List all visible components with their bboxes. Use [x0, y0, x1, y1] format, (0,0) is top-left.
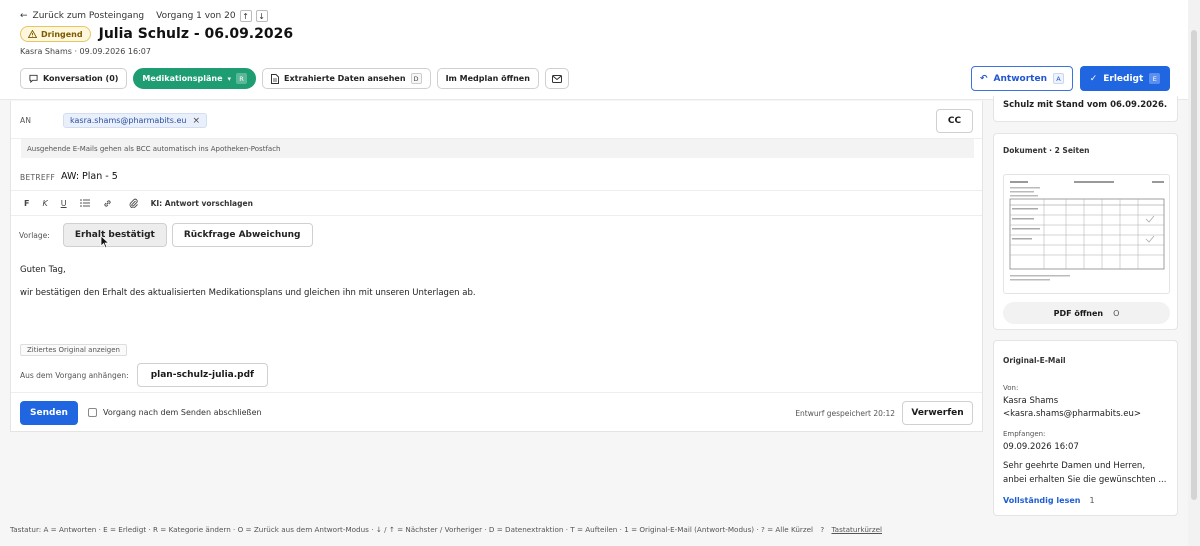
ai-suggest-button[interactable]: KI: Antwort vorschlagen	[151, 199, 253, 208]
send-row: Senden Vorgang nach dem Senden abschließ…	[11, 392, 982, 432]
case-meta: Kasra Shams · 09.09.2026 16:07	[20, 47, 151, 56]
discard-button[interactable]: Verwerfen	[902, 401, 973, 425]
show-quoted-button[interactable]: Zitiertes Original anzeigen	[20, 344, 127, 356]
summary-text: Schulz mit Stand vom 06.09.2026.	[1003, 100, 1168, 110]
chat-icon	[29, 74, 38, 83]
shortcut-key: A	[1052, 73, 1064, 84]
document-icon	[271, 73, 280, 84]
document-thumbnail[interactable]	[1003, 174, 1170, 294]
open-pdf-button[interactable]: PDF öffnen O	[1003, 302, 1170, 324]
shortcut-key: D	[410, 73, 422, 84]
bcc-note: Ausgehende E-Mails gehen als BCC automat…	[21, 139, 974, 158]
body-greeting: Guten Tag,	[20, 265, 66, 275]
subject-row: BETREFF AW: Plan - 5	[11, 165, 982, 191]
recipient-chip: kasra.shams@pharmabits.eu ×	[63, 113, 207, 128]
to-label: AN	[20, 116, 32, 125]
subject-label: BETREFF	[20, 173, 56, 182]
case-counter: Vorgang 1 von 20	[156, 11, 236, 21]
prev-case-button[interactable]: ↑	[239, 10, 252, 22]
link-icon[interactable]	[103, 199, 112, 208]
conversation-button[interactable]: Konversation (0)	[20, 68, 128, 89]
template-row: Vorlage: Erhalt bestätigt Rückfrage Abwe…	[19, 223, 313, 247]
extracted-data-button[interactable]: Extrahierte Daten ansehen D	[262, 68, 431, 89]
underline-button[interactable]: U	[61, 199, 67, 208]
mail-icon	[551, 74, 562, 83]
scrollbar[interactable]	[1188, 0, 1200, 546]
received-label: Empfangen:	[1003, 430, 1046, 438]
chevron-down-icon: ▾	[227, 74, 232, 83]
received-date: 09.09.2026 16:07	[1003, 442, 1079, 452]
read-full-link[interactable]: Vollständig lesen 1	[1003, 496, 1095, 505]
title-row: Dringend Julia Schulz - 06.09.2026	[20, 25, 293, 43]
shortcut-key: 1	[1089, 496, 1095, 505]
recipient-row: AN kasra.shams@pharmabits.eu × CC	[11, 101, 982, 139]
summary-card: Schulz mit Stand vom 06.09.2026.	[993, 96, 1178, 122]
remove-recipient-icon[interactable]: ×	[192, 116, 200, 126]
template-query-button[interactable]: Rückfrage Abweichung	[171, 223, 313, 247]
shortcut-list: Tastatur: A = Antworten · E = Erledigt ·…	[10, 525, 814, 534]
format-toolbar: F K U KI: Antwort vorschlagen	[11, 191, 982, 216]
medplans-category-button[interactable]: Medikationspläne ▾ R	[133, 68, 257, 89]
attach-label: Aus dem Vorgang anhängen:	[20, 370, 129, 380]
close-after-send-checkbox[interactable]: Vorgang nach dem Senden abschließen	[88, 408, 262, 417]
shortcut-key: R	[236, 73, 248, 84]
email-preview-line-2: anbei erhalten Sie die gewünschten ...	[1003, 475, 1167, 485]
body-paragraph: wir bestätigen den Erhalt des aktualisie…	[20, 287, 476, 298]
list-icon[interactable]	[79, 199, 90, 207]
template-receipt-button[interactable]: Erhalt bestätigt	[62, 223, 167, 247]
attachment-chip[interactable]: plan-schulz-julia.pdf	[136, 363, 268, 387]
action-toolbar: Konversation (0) Medikationspläne ▾ R Ex…	[20, 68, 569, 89]
shortcut-key: E	[1149, 73, 1161, 84]
check-icon: ✓	[1089, 73, 1098, 84]
page-title: Julia Schulz - 06.09.2026	[98, 26, 294, 42]
email-button[interactable]	[544, 68, 569, 89]
reply-button[interactable]: ↶ Antworten A	[971, 66, 1073, 91]
original-email-header: Original-E-Mail	[1003, 356, 1066, 365]
shortcut-key: O	[1113, 308, 1120, 318]
draft-status: Entwurf gespeichert 20:12	[795, 409, 895, 418]
from-name: Kasra Shams	[1003, 396, 1059, 406]
bold-button[interactable]: F	[24, 199, 29, 208]
send-button[interactable]: Senden	[20, 401, 78, 425]
from-email: <kasra.shams@pharmabits.eu>	[1003, 409, 1141, 419]
urgent-badge: Dringend	[20, 26, 91, 42]
checkbox-box[interactable]	[88, 408, 97, 417]
document-header: Dokument · 2 Seiten	[1003, 146, 1090, 155]
subject-field[interactable]: AW: Plan - 5	[61, 171, 118, 182]
reply-icon: ↶	[980, 73, 988, 84]
attach-row: Aus dem Vorgang anhängen: plan-schulz-ju…	[20, 363, 268, 387]
warning-icon	[28, 30, 37, 38]
italic-button[interactable]: K	[42, 199, 47, 208]
reply-composer: AN kasra.shams@pharmabits.eu × CC Ausgeh…	[10, 101, 983, 432]
help-icon: ?	[820, 525, 825, 534]
cc-button[interactable]: CC	[936, 109, 973, 133]
from-label: Von:	[1003, 384, 1019, 392]
template-label: Vorlage:	[19, 230, 50, 240]
next-case-button[interactable]: ↓	[255, 10, 268, 22]
attach-icon[interactable]	[129, 198, 138, 208]
email-preview-line-1: Sehr geehrte Damen und Herren,	[1003, 461, 1146, 471]
scrollbar-thumb[interactable]	[1191, 30, 1197, 500]
nav-row: ← Zurück zum Posteingang Vorgang 1 von 2…	[20, 9, 268, 23]
document-preview-image	[1009, 181, 1165, 281]
back-link[interactable]: ← Zurück zum Posteingang	[20, 11, 144, 21]
mouse-cursor-icon	[100, 235, 110, 249]
keyboard-hints: Tastatur: A = Antworten · E = Erledigt ·…	[10, 525, 882, 534]
open-medplan-button[interactable]: Im Medplan öffnen	[436, 68, 539, 89]
done-button[interactable]: ✓ Erledigt E	[1080, 66, 1170, 91]
message-body[interactable]: Guten Tag, wir bestätigen den Erhalt des…	[20, 266, 476, 311]
document-card: Dokument · 2 Seiten PDF öffnen O	[993, 133, 1178, 330]
arrow-left-icon: ←	[20, 11, 28, 21]
case-header: ← Zurück zum Posteingang Vorgang 1 von 2…	[0, 0, 1188, 100]
original-email-card: Original-E-Mail Von: Kasra Shams <kasra.…	[993, 340, 1178, 516]
shortcuts-link[interactable]: Tastaturkürzel	[831, 525, 882, 534]
